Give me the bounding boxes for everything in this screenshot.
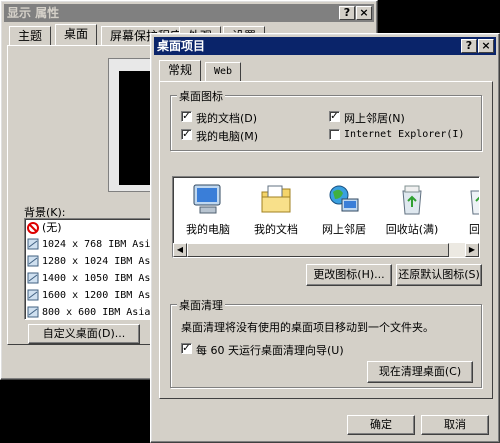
desktop-icon-list[interactable]: 我的电脑 我的文档 网上邻居 回收站(满) 回 ◀ ▶ (172, 176, 480, 258)
background-item-1600[interactable]: 1600 x 1200 IBM Asia (27, 288, 154, 304)
image-file-icon (27, 272, 39, 284)
network-places-icon (329, 185, 359, 212)
help-button[interactable]: ? (461, 39, 477, 53)
background-item-label: 1024 x 768 IBM Asia (42, 239, 154, 250)
display-properties-titlebar[interactable]: 显示 属性 ? × (4, 4, 374, 22)
network-places-label: 网上邻居(N) (344, 112, 405, 125)
icon-item-my-documents[interactable]: 我的文档 (243, 183, 309, 237)
close-button[interactable]: × (478, 39, 494, 53)
my-computer-icon (193, 184, 221, 214)
tab-desktop[interactable]: 桌面 (55, 24, 98, 46)
ok-button[interactable]: 确定 (347, 415, 415, 435)
icon-list-scrollbar[interactable]: ◀ ▶ (173, 243, 479, 257)
icon-item-recycle-bin-partial[interactable]: 回收 (447, 183, 480, 237)
scroll-right-button[interactable]: ▶ (465, 243, 479, 257)
desktop-icons-group-label: 桌面图标 (177, 88, 225, 104)
image-file-icon (27, 238, 39, 250)
internet-explorer-checkbox[interactable] (329, 129, 340, 140)
folder-documents-icon (261, 185, 291, 213)
my-computer-label: 我的电脑(M) (196, 130, 259, 143)
my-computer-checkbox[interactable]: ✓ (181, 129, 192, 140)
background-item-800[interactable]: 800 x 600 IBM Asia (27, 305, 151, 319)
background-item-label: 1280 x 1024 IBM Asia (42, 256, 154, 267)
icon-item-recycle-bin-full[interactable]: 回收站(满) (379, 183, 445, 237)
background-item-1024[interactable]: 1024 x 768 IBM Asia (27, 237, 154, 253)
icon-item-my-computer[interactable]: 我的电脑 (175, 183, 241, 237)
background-item-label: 1600 x 1200 IBM Asia (42, 290, 154, 301)
icon-item-network-places[interactable]: 网上邻居 (311, 183, 377, 237)
cleanup-now-button[interactable]: 现在清理桌面(C) (367, 361, 473, 383)
background-item-1280[interactable]: 1280 x 1024 IBM Asia (27, 254, 154, 270)
background-item-1400[interactable]: 1400 x 1050 IBM Asia (27, 271, 154, 287)
cleanup-description: 桌面清理将没有使用的桌面项目移动到一个文件夹。 (181, 321, 434, 334)
internet-explorer-label: Internet Explorer(I) (344, 129, 465, 140)
desktop-icons-group: 桌面图标 ✓ 我的文档(D) ✓ 网上邻居(N) ✓ 我的电脑(M) Inter… (170, 88, 482, 151)
background-item-label: (无) (42, 221, 62, 234)
icon-item-label: 网上邻居 (322, 223, 366, 236)
scroll-left-button[interactable]: ◀ (173, 243, 187, 257)
background-item-label: 1400 x 1050 IBM Asia (42, 273, 154, 284)
my-documents-checkbox[interactable]: ✓ (181, 111, 192, 122)
icon-item-label: 回收站(满) (385, 223, 439, 236)
display-properties-title: 显示 属性 (7, 6, 60, 20)
run-cleanup-wizard-label: 每 60 天运行桌面清理向导(U) (196, 344, 344, 357)
background-item-label: 800 x 600 IBM Asia (42, 307, 151, 318)
icon-item-label: 我的电脑 (186, 223, 230, 236)
desktop-cleanup-group-label: 桌面清理 (177, 297, 225, 313)
recycle-bin-full-icon (402, 185, 422, 215)
run-cleanup-wizard-checkbox[interactable]: ✓ (181, 343, 192, 354)
desktop-cleanup-group: 桌面清理 桌面清理将没有使用的桌面项目移动到一个文件夹。 ✓ 每 60 天运行桌… (170, 297, 482, 388)
tab-web[interactable]: Web (205, 62, 242, 82)
image-file-icon (27, 306, 39, 318)
tab-themes[interactable]: 主题 (9, 26, 52, 46)
scroll-thumb[interactable] (187, 243, 449, 257)
close-button[interactable]: × (356, 6, 372, 20)
icon-item-label: 我的文档 (254, 223, 298, 236)
cancel-button[interactable]: 取消 (421, 415, 489, 435)
my-documents-label: 我的文档(D) (196, 112, 258, 125)
recycle-bin-empty-icon (470, 190, 479, 215)
general-tab-panel: 桌面图标 ✓ 我的文档(D) ✓ 网上邻居(N) ✓ 我的电脑(M) Inter… (159, 81, 493, 399)
tab-general[interactable]: 常规 (159, 60, 202, 82)
network-places-checkbox[interactable]: ✓ (329, 111, 340, 122)
help-button[interactable]: ? (339, 6, 355, 20)
icon-item-label: 回收 (469, 223, 480, 236)
no-entry-icon (27, 222, 39, 234)
desktop-items-dialog: 桌面项目 ? × 常规 Web 桌面图标 ✓ 我的文档(D) ✓ 网上邻居(N)… (150, 33, 500, 443)
background-list[interactable]: (无) 1024 x 768 IBM Asia 1280 x 1024 IBM … (24, 218, 154, 320)
restore-default-icon-button[interactable]: 还原默认图标(S) (396, 264, 482, 286)
change-icon-button[interactable]: 更改图标(H)... (306, 264, 392, 286)
desktop-items-titlebar[interactable]: 桌面项目 ? × (154, 37, 496, 55)
desktop-items-title: 桌面项目 (157, 39, 206, 53)
image-file-icon (27, 289, 39, 301)
background-item-none[interactable]: (无) (27, 220, 62, 236)
image-file-icon (27, 255, 39, 267)
customize-desktop-button[interactable]: 自定义桌面(D)... (28, 324, 140, 344)
